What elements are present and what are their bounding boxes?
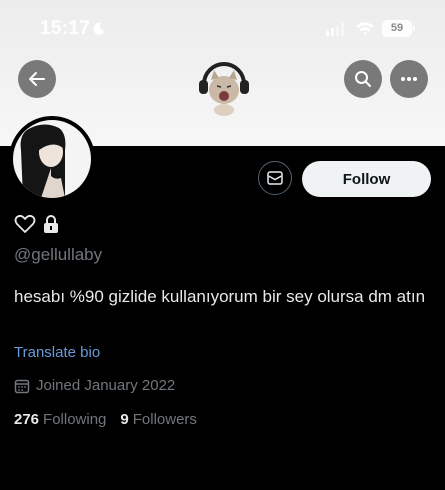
back-button[interactable] — [18, 60, 56, 98]
search-icon — [355, 71, 371, 87]
heart-icon — [14, 214, 36, 233]
profile-handle: @gellullaby — [14, 245, 103, 264]
search-button[interactable] — [344, 60, 382, 98]
follow-stats: 276 Following 9 Followers — [14, 411, 197, 428]
arrow-left-icon — [29, 72, 45, 86]
profile-avatar[interactable] — [9, 116, 95, 202]
cat-headphones-image — [199, 62, 249, 116]
wifi-icon — [356, 22, 374, 35]
status-time: 15:17 — [40, 18, 91, 39]
translate-bio-link[interactable]: Translate bio — [14, 344, 100, 361]
ellipsis-icon — [401, 77, 417, 81]
status-bar: 15:17 59 — [0, 0, 445, 56]
joined-label: Joined January 2022 — [36, 377, 176, 394]
envelope-icon — [267, 171, 283, 185]
signal-icon — [326, 22, 344, 36]
following-label: Following — [43, 411, 107, 428]
following-count: 276 — [14, 411, 40, 428]
followers-count: 9 — [120, 411, 129, 428]
lock-icon — [44, 215, 58, 233]
more-button[interactable] — [390, 60, 428, 98]
follow-button[interactable]: Follow — [302, 161, 431, 197]
avatar-photo — [13, 120, 91, 198]
followers-label: Followers — [132, 411, 197, 428]
profile-bio: hesabı %90 gizlide kullanıyorum bir sey … — [14, 287, 426, 306]
following-link[interactable]: 276 Following — [14, 411, 106, 428]
joined-date: Joined January 2022 — [14, 377, 175, 394]
moon-icon — [93, 22, 105, 35]
message-button[interactable] — [258, 161, 292, 195]
followers-link[interactable]: 9 Followers — [120, 411, 197, 428]
battery-icon: 59 — [382, 20, 415, 37]
calendar-icon — [14, 379, 30, 393]
